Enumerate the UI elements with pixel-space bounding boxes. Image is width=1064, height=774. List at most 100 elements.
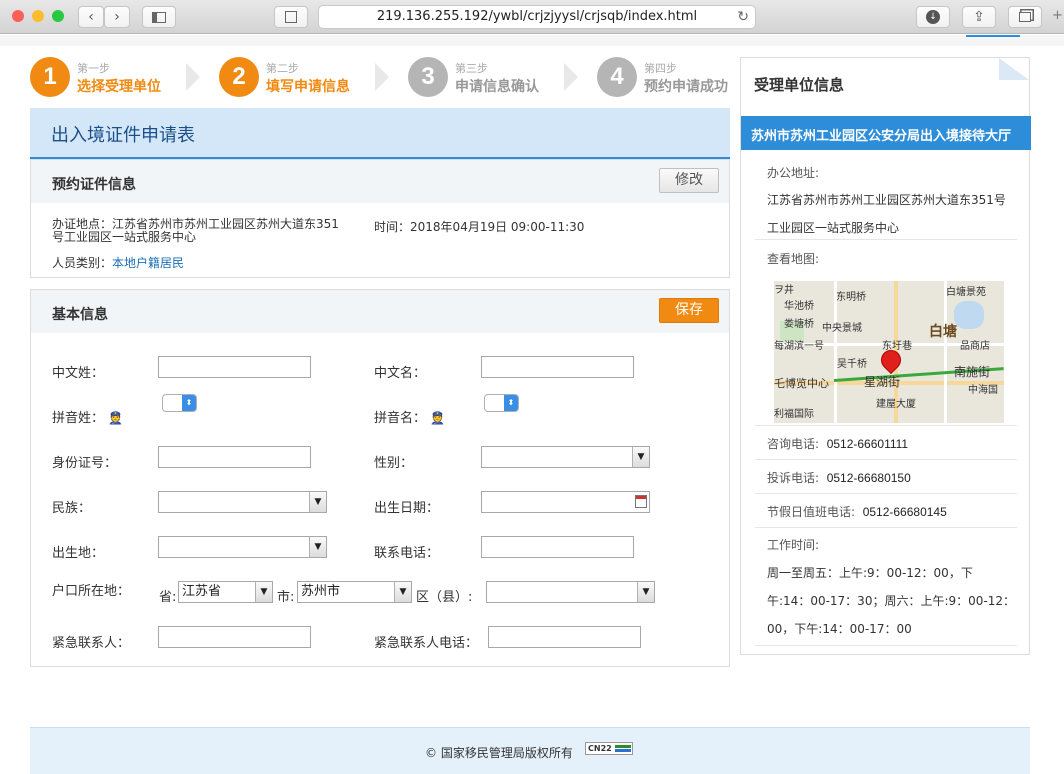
corner-fold-icon xyxy=(999,58,1029,80)
sidebar-toggle-button[interactable] xyxy=(142,6,176,28)
phone-input[interactable] xyxy=(481,536,634,558)
share-button[interactable]: ⇪ xyxy=(962,6,996,28)
address-line1: 江苏省苏州市苏州工业园区苏州大道东351号 xyxy=(767,193,1006,207)
step-3: 3 第三步 申请信息确认 xyxy=(408,57,558,101)
step-3-label: 申请信息确认 xyxy=(455,79,539,95)
appointment-header: 预约证件信息 修改 xyxy=(31,160,729,203)
ethnicity-select[interactable]: ▼ xyxy=(158,491,327,513)
reload-icon[interactable]: ↻ xyxy=(737,6,749,28)
id-number-input[interactable] xyxy=(158,446,311,468)
chevron-left-icon: ‹ xyxy=(88,9,94,25)
step-4-label: 预约申请成功 xyxy=(644,79,728,95)
map-label-1: 东明桥 xyxy=(836,292,866,303)
location-info: 办证地点：江苏省苏州市苏州工业园区苏州大道东351 号工业园区一站式服务中心 xyxy=(52,218,352,244)
police-icon: 👮 xyxy=(430,411,446,425)
sidebar-header: 受理单位信息 xyxy=(741,58,1029,108)
given-name-input[interactable] xyxy=(481,356,634,378)
map-road xyxy=(944,281,947,423)
forward-button[interactable]: › xyxy=(104,6,130,28)
time-info: 时间：2018年04月19日 09:00-11:30 xyxy=(374,218,584,235)
map-label-3: 娄塘桥 xyxy=(784,319,814,330)
close-window-icon[interactable] xyxy=(12,10,24,22)
district-label: 区（县）: xyxy=(416,590,473,605)
hours-line2: 午:14：00-17：30；周六：上午:9：00-12： xyxy=(767,594,1015,608)
step-2: 2 第二步 填写申请信息 xyxy=(219,57,369,101)
step-3-small: 第三步 xyxy=(455,62,488,75)
save-button[interactable]: 保存 xyxy=(659,298,719,323)
step-arrow-icon xyxy=(564,63,578,91)
office-name-bar: 苏州市苏州工业园区公安分局出入境接待大厅 xyxy=(741,116,1031,150)
emergency-contact-input[interactable] xyxy=(158,626,311,648)
category-value: 本地户籍居民 xyxy=(112,256,185,270)
step-1: 1 第一步 选择受理单位 xyxy=(30,57,180,101)
stepper-icon: ⬍ xyxy=(504,395,518,411)
complaint-value: 0512-66680150 xyxy=(826,471,911,485)
map-label-14: 乇博览中心 xyxy=(774,377,829,390)
edit-button[interactable]: 修改 xyxy=(659,168,719,193)
reader-icon xyxy=(285,11,297,23)
location-line2: 号工业园区一站式服务中心 xyxy=(52,230,197,244)
reader-button[interactable] xyxy=(274,6,308,28)
back-button[interactable]: ‹ xyxy=(78,6,104,28)
step-3-number: 3 xyxy=(408,57,448,97)
basic-info-header: 基本信息 保存 xyxy=(31,290,729,333)
step-1-small: 第一步 xyxy=(77,62,110,75)
step-2-label: 填写申请信息 xyxy=(266,79,350,95)
page-content: 1 第一步 选择受理单位 2 第二步 填写申请信息 3 第三步 申请信息确认 4… xyxy=(0,35,1064,774)
category-info: 人员类别：本地户籍居民 xyxy=(52,254,184,271)
province-select[interactable]: 江苏省 ▼ xyxy=(178,581,273,603)
tabs-icon xyxy=(1019,12,1031,22)
address-line2: 工业园区一站式服务中心 xyxy=(767,221,900,235)
hours-block: 工作时间: 周一至周五：上午:9：00-12：00，下 午:14：00-17：3… xyxy=(755,528,1017,646)
map-label-7: 吴千桥 xyxy=(837,359,867,370)
map-lake xyxy=(954,301,984,329)
stepper-icon: ⬍ xyxy=(182,395,196,411)
address-bar[interactable]: 219.136.255.192/ywbl/crjzjyysl/crjsqb/in… xyxy=(318,5,756,29)
district-select[interactable]: ▼ xyxy=(486,581,655,603)
emergency-phone-input[interactable] xyxy=(488,626,641,648)
downloads-button[interactable]: ↓ xyxy=(916,6,950,28)
footer: © 国家移民管理局版权所有 CN22 xyxy=(30,727,1030,774)
step-2-number: 2 xyxy=(219,57,259,97)
maximize-window-icon[interactable] xyxy=(52,10,64,22)
basic-info-title: 基本信息 xyxy=(52,307,108,323)
step-arrow-icon xyxy=(375,63,389,91)
appointment-panel: 预约证件信息 修改 办证地点：江苏省苏州市苏州工业园区苏州大道东351 号工业园… xyxy=(30,159,730,278)
top-strip xyxy=(0,35,1064,46)
tabs-button[interactable] xyxy=(1008,6,1042,28)
surname-input[interactable] xyxy=(158,356,311,378)
pinyin-surname-select[interactable]: ⬍ xyxy=(162,394,197,412)
map-label-9: 白塘景苑 xyxy=(946,287,986,298)
location-map[interactable]: 东明桥 华池桥 娄塘桥 中央景城 东圩巷 每湖滨一号 吴千桥 白塘 白塘景苑 品… xyxy=(774,281,1004,423)
gender-select[interactable]: ▼ xyxy=(481,446,650,468)
city-select[interactable]: 苏州市 ▼ xyxy=(297,581,412,603)
sidebar-title: 受理单位信息 xyxy=(754,76,845,94)
step-4: 4 第四步 预约申请成功 xyxy=(597,57,737,101)
chevron-down-icon: ▼ xyxy=(632,447,649,467)
birthplace-label: 出生地： xyxy=(52,546,105,561)
province-label: 省: xyxy=(159,590,177,605)
appointment-title: 预约证件信息 xyxy=(52,177,136,193)
hours-line1: 周一至周五：上午:9：00-12：00，下 xyxy=(767,566,973,580)
sidebar-icon xyxy=(152,11,166,23)
form-title: 出入境证件申请表 xyxy=(51,125,195,146)
birthplace-select[interactable]: ▼ xyxy=(158,536,327,558)
holiday-row: 节假日值班电话: 0512-66680145 xyxy=(755,494,1017,528)
address-label: 办公地址: xyxy=(767,166,820,180)
cnzz-badge[interactable]: CN22 xyxy=(585,742,633,755)
new-tab-icon[interactable]: + xyxy=(1052,8,1063,23)
given-name-label: 中文名： xyxy=(374,366,427,381)
gender-label: 性别： xyxy=(374,456,414,471)
sidebar-panel: 受理单位信息 苏州市苏州工业园区公安分局出入境接待大厅 办公地址: 江苏省苏州市… xyxy=(740,57,1031,655)
step-arrow-icon xyxy=(186,63,200,91)
basic-info-panel: 基本信息 保存 中文姓： 中文名： 拼音姓： 👮 ⬍ 拼音名： 👮 ⬍ 身份证号… xyxy=(30,289,730,667)
hours-line3: 00，下午:14：00-17：00 xyxy=(767,622,912,636)
birthdate-input[interactable] xyxy=(481,491,650,513)
calendar-icon[interactable] xyxy=(635,495,647,508)
download-icon: ↓ xyxy=(926,10,940,24)
holiday-value: 0512-66680145 xyxy=(862,505,947,519)
map-label-13: 中海国 xyxy=(968,385,998,396)
pinyin-given-select[interactable]: ⬍ xyxy=(484,394,519,412)
minimize-window-icon[interactable] xyxy=(32,10,44,22)
badge-stripe-icon xyxy=(615,749,631,752)
